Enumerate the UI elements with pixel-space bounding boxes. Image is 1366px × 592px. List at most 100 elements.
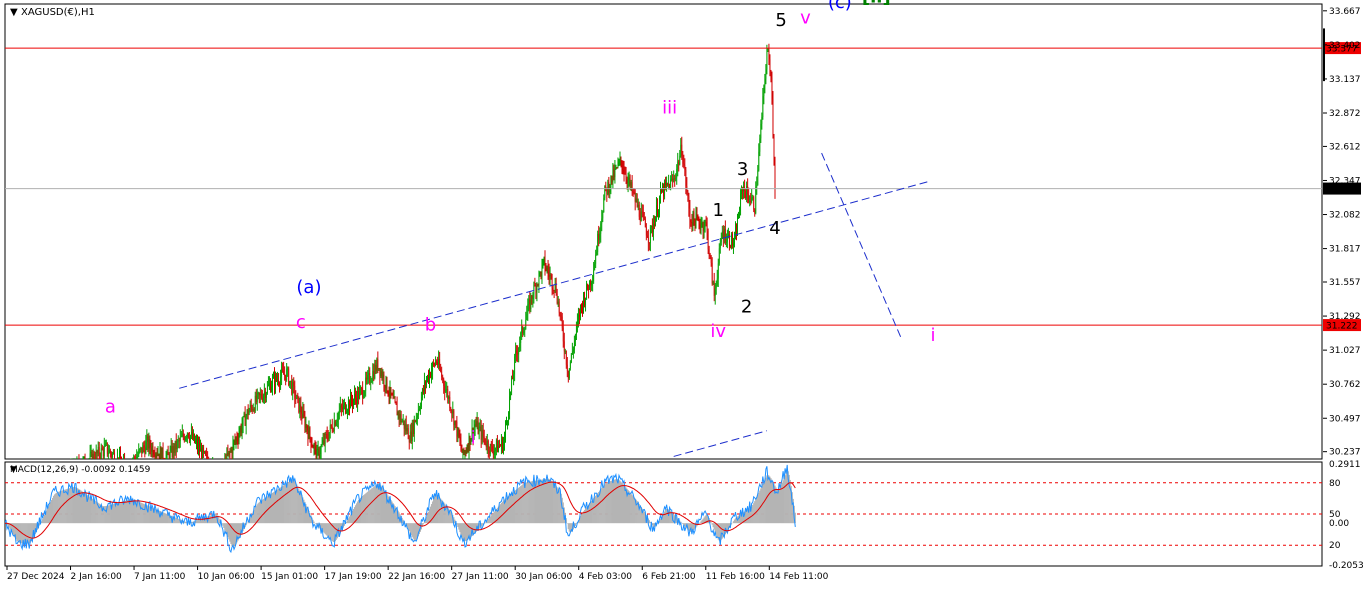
candle-body	[408, 439, 410, 443]
candle-body	[443, 378, 445, 386]
candle-body	[556, 293, 558, 304]
candle-body	[644, 218, 646, 228]
candle-body	[169, 450, 171, 459]
candle-body	[285, 374, 287, 381]
wave-label: iii	[662, 97, 677, 118]
candle-body	[370, 382, 372, 384]
candle-body	[769, 59, 771, 71]
candle-body	[453, 410, 455, 426]
candle-body	[380, 371, 382, 377]
candle-body	[179, 436, 181, 442]
candle-body	[655, 217, 656, 227]
candle-body	[383, 374, 385, 386]
wave-label: c	[296, 312, 306, 333]
candle-body	[671, 178, 673, 180]
candle-body	[509, 396, 510, 415]
candle-body	[256, 392, 258, 402]
candle-body	[310, 437, 312, 446]
candle-body	[716, 278, 718, 285]
candle-body	[740, 193, 741, 212]
candle-body	[771, 77, 773, 99]
candle-body	[456, 421, 458, 437]
candle-body	[764, 78, 766, 86]
candle-body	[263, 391, 265, 396]
candle-body	[313, 445, 315, 449]
candle-body	[522, 326, 524, 334]
candle-body	[564, 350, 566, 352]
candle-body	[555, 283, 557, 294]
candle-body	[525, 320, 527, 329]
macd-tick-label: -0.2053	[1329, 561, 1364, 571]
candle-body	[750, 201, 752, 203]
symbol-dropdown-icon[interactable]: ▼	[10, 7, 18, 18]
candle-body	[526, 314, 528, 321]
candle-body	[647, 237, 649, 243]
candle-body	[573, 340, 575, 350]
candle-body	[384, 385, 386, 389]
candle-body	[424, 381, 425, 392]
candle-body	[673, 178, 675, 181]
candle-body	[742, 189, 743, 192]
candle-body	[157, 453, 159, 456]
candle-body	[481, 429, 483, 440]
macd-title: MACD(12,26,9) -0.0092 0.1459	[10, 465, 151, 475]
candle-body	[412, 423, 414, 434]
wave-label: (c)	[828, 0, 852, 13]
candle-body	[243, 413, 245, 417]
candle-body	[394, 397, 396, 402]
chart-canvas[interactable]: ac(a)biiiiiv12345v(c)[ii]i 33.37731.2223…	[0, 0, 1366, 588]
candle-body	[282, 369, 284, 371]
candle-body	[649, 227, 651, 244]
candle-body	[253, 409, 255, 412]
candle-body	[319, 453, 321, 458]
candle-body	[422, 389, 423, 398]
candle-body	[202, 447, 203, 459]
candle-body	[718, 248, 720, 264]
candle-body	[754, 209, 756, 214]
candle-body	[423, 389, 424, 392]
candle-body	[543, 257, 545, 261]
candle-body	[710, 256, 712, 263]
candle-body	[378, 368, 380, 370]
candle-body	[428, 375, 429, 381]
candle-body	[507, 420, 508, 422]
candle-body	[720, 238, 722, 243]
candle-body	[701, 222, 703, 225]
candle-body	[544, 257, 546, 270]
candle-body	[271, 386, 272, 392]
candle-body	[774, 161, 776, 191]
candle-body	[153, 454, 155, 456]
candle-body	[369, 373, 371, 383]
candle-body	[336, 420, 338, 423]
candle-body	[739, 211, 740, 218]
candle-body	[563, 341, 565, 352]
candle-body	[457, 428, 459, 437]
candle-body	[293, 382, 295, 386]
candle-body	[560, 314, 562, 317]
candle-body	[432, 363, 433, 371]
candle-body	[612, 169, 614, 183]
candle-body	[664, 182, 665, 197]
candle-body	[206, 455, 208, 457]
candle-body	[768, 50, 770, 60]
candle-body	[199, 444, 200, 452]
candle-body	[338, 410, 340, 414]
candle-body	[228, 451, 230, 455]
candle-body	[185, 437, 187, 439]
candle-body	[303, 410, 305, 417]
candle-body	[357, 391, 358, 405]
candle-body	[646, 235, 648, 238]
candle-body	[528, 299, 530, 305]
candle-body	[331, 426, 333, 431]
macd-tick-label: 0.00	[1329, 519, 1349, 529]
candle-body	[294, 385, 296, 399]
candle-body	[364, 391, 366, 396]
candle-body	[274, 375, 275, 387]
candle-body	[267, 385, 268, 394]
candle-body	[429, 373, 430, 381]
candle-body	[631, 182, 633, 192]
price-level-label: 31.222	[1326, 322, 1358, 332]
candle-body	[197, 440, 198, 450]
wave-label: 4	[769, 218, 780, 239]
candle-body	[599, 233, 601, 241]
